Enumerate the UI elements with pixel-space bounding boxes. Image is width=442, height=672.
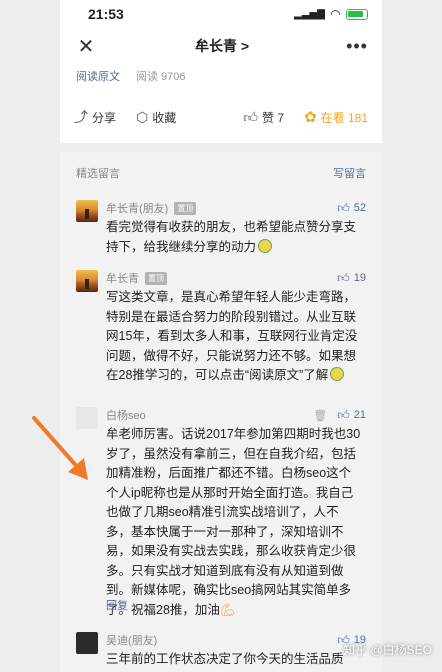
comment-header: 牟长青(朋友) 置顶 👍︎ 52 [106, 200, 366, 216]
comment-like-button[interactable]: 👍︎ 52 [337, 201, 366, 216]
share-label: 分享 [92, 110, 117, 125]
section-divider [60, 143, 382, 152]
thumb-up-icon: 👍︎ [337, 407, 350, 422]
comment-text: 三年前的工作状态决定了你今天的生活品质 [106, 650, 362, 670]
comment-text-content: 牟老师厉害。话说2017年参加第四期时我也30岁了，虽然没有拿前三，但在自我介绍… [106, 427, 361, 617]
article-meta: 阅读原文 阅读 9706 [76, 68, 186, 84]
close-icon[interactable]: ✕ [74, 34, 98, 59]
comment-author[interactable]: 吴迪(朋友) [106, 632, 157, 648]
avatar[interactable] [76, 270, 98, 292]
annotation-arrow-icon [32, 416, 88, 480]
comment-author[interactable]: 白杨seo [106, 407, 146, 423]
status-bar: 21:53 ▂▃▅▇ ◠ [60, 0, 382, 28]
like-label: 赞 7 [262, 110, 285, 125]
comments-header: 精选留言 写留言 [76, 165, 366, 181]
comment-item: 牟长青(朋友) 置顶 👍︎ 52 看完觉得有收获的朋友，也希望能点赞分享支持下，… [76, 200, 366, 256]
pinned-badge: 置顶 [145, 271, 167, 285]
comments-title: 精选留言 [76, 168, 120, 180]
comment-like-button[interactable]: 👍︎ 19 [337, 271, 366, 286]
thumb-up-icon: 👍︎ [337, 200, 350, 215]
article-actions: ⤴ 分享 ⬡ 收藏 👍︎ 赞 7 ✿ 在看 181 [60, 100, 382, 134]
write-comment-button[interactable]: 写留言 [333, 165, 366, 181]
signal-icon: ▂▃▅▇ [294, 8, 325, 20]
like-button[interactable]: 👍︎ 赞 7 [243, 109, 284, 126]
comment-item: 牟长青 置顶 👍︎ 19 写这类文章，是真心希望年轻人能少走弯路，特别是在最适合… [76, 270, 366, 400]
flex-emoji-icon: 💪︎ [219, 602, 236, 617]
comment-text: 牟老师厉害。话说2017年参加第四期时我也30岁了，虽然没有拿前三，但在自我介绍… [106, 425, 362, 620]
pinned-badge: 置顶 [174, 201, 197, 215]
delete-icon[interactable]: 🗑︎ [313, 409, 327, 422]
thumb-up-icon: 👍︎ [243, 108, 259, 125]
cube-icon: ⬡ [136, 108, 149, 125]
thumb-up-icon: 👍︎ [337, 270, 350, 285]
battery-icon [346, 8, 368, 20]
reply-button[interactable]: 回复 [106, 597, 128, 613]
favorite-button[interactable]: ⬡ 收藏 [136, 109, 176, 126]
comment-author[interactable]: 牟长青 [106, 270, 139, 286]
comment-text-content: 写这类文章，是真心希望年轻人能少走弯路，特别是在最适合努力的阶段别错过。从业互联… [106, 290, 358, 382]
avatar[interactable] [76, 200, 98, 222]
emoji-icon [258, 238, 273, 253]
comment-like-count: 19 [353, 272, 366, 284]
wifi-icon: ◠ [330, 7, 340, 21]
comment-author[interactable]: 牟长青(朋友) [106, 200, 168, 216]
comment-like-button[interactable]: 👍︎ 21 [337, 408, 366, 423]
nav-bar: ✕ 牟长青 > ••• [60, 30, 382, 62]
watermark: 知乎 @白杨SEO [343, 643, 432, 657]
comment-header: 白杨seo 🗑︎ 👍︎ 21 [106, 407, 366, 423]
comment-like-count: 52 [353, 202, 366, 214]
emoji-icon [330, 367, 345, 381]
comment-text: 看完觉得有收获的朋友，也希望能点赞分享支持下，给我继续分享的动力 [106, 218, 362, 257]
comment-text: 写这类文章，是真心希望年轻人能少走弯路，特别是在最适合努力的阶段别错过。从业互联… [106, 288, 362, 386]
status-icons: ▂▃▅▇ ◠ [294, 7, 368, 21]
account-title[interactable]: 牟长青 > [195, 36, 249, 56]
comment-item: 白杨seo 🗑︎ 👍︎ 21 牟老师厉害。话说2017年参加第四期时我也30岁了… [76, 407, 366, 617]
flower-icon: ✿ [304, 109, 317, 126]
more-icon[interactable]: ••• [346, 36, 368, 57]
comment-item: 吴迪(朋友) 👍︎ 19 三年前的工作状态决定了你今天的生活品质 [76, 632, 366, 672]
comment-like-count: 21 [353, 409, 366, 421]
comment-text-content: 看完觉得有收获的朋友，也希望能点赞分享支持下，给我继续分享的动力 [106, 220, 357, 254]
favorite-label: 收藏 [152, 110, 177, 125]
share-icon: ⤴ [74, 109, 88, 125]
read-count: 阅读 9706 [136, 71, 186, 83]
comment-header: 牟长青 置顶 👍︎ 19 [106, 270, 366, 286]
comment-header: 吴迪(朋友) 👍︎ 19 [106, 632, 366, 648]
share-button[interactable]: ⤴ 分享 [74, 107, 116, 127]
comment-text-content: 三年前的工作状态决定了你今天的生活品质 [106, 652, 344, 666]
read-original-link[interactable]: 阅读原文 [76, 68, 120, 84]
screen: 21:53 ▂▃▅▇ ◠ ✕ 牟长青 > ••• 阅读原文 阅读 9706 ⤴ … [0, 0, 442, 672]
avatar[interactable] [76, 632, 98, 654]
zaikan-button[interactable]: ✿ 在看 181 [304, 108, 368, 126]
status-time: 21:53 [88, 6, 124, 22]
zaikan-label: 在看 181 [320, 110, 368, 125]
